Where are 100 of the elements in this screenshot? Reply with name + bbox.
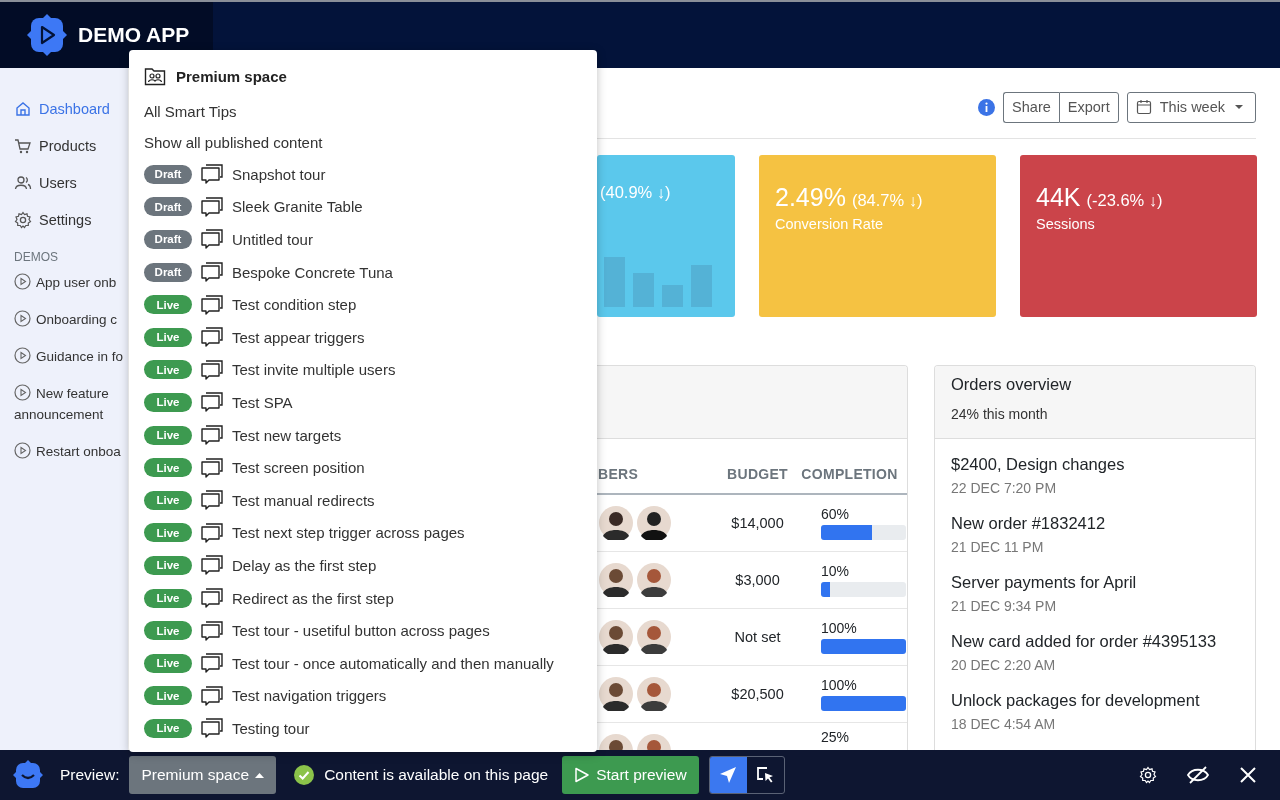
chat-bubbles-icon [200, 652, 224, 675]
chat-bubbles-icon [200, 293, 224, 316]
tour-link[interactable]: Snapshot tour [232, 165, 326, 183]
tour-link[interactable]: Test manual redirects [232, 491, 375, 509]
dropdown-option[interactable]: All Smart Tips [144, 96, 582, 127]
avatar [599, 619, 633, 654]
status-badge: Live [144, 458, 192, 478]
nav-item[interactable]: Users [14, 164, 128, 201]
order-time: 18 DEC 4:54 AM [951, 716, 1057, 732]
tour-link[interactable]: Test SPA [232, 393, 293, 411]
status-badge: Live [144, 490, 192, 510]
status-badge: Live [144, 392, 192, 412]
stat-label: Conversion Rate [775, 216, 884, 232]
calendar-icon [1135, 99, 1152, 115]
dropdown-title: Premium space [176, 67, 287, 85]
chat-bubbles-icon [200, 326, 224, 349]
users-icon [14, 173, 32, 192]
play-circle-icon [14, 384, 31, 401]
preview-label: Preview: [60, 766, 120, 784]
order-title: $2400, Design changes [951, 455, 1126, 474]
chat-bubbles-icon [200, 587, 224, 609]
folder-people-icon [144, 66, 166, 86]
stat-value: 2.49% [775, 183, 846, 212]
status-badge: Draft [144, 262, 192, 282]
tour-link[interactable]: Test screen position [232, 459, 365, 477]
demo-link[interactable]: New feature announcement [14, 383, 128, 425]
status-badge: Live [144, 653, 192, 673]
order-title: Unlock packages for development [951, 691, 1201, 710]
status-badge: Live [144, 588, 192, 608]
tour-link[interactable]: Redirect as the first step [232, 589, 394, 607]
tour-link[interactable]: Delay as the first step [232, 556, 377, 574]
completion-value: 10% [821, 562, 851, 579]
stat-change: (40.9% ↓) [600, 183, 671, 202]
tour-link[interactable]: Sleek Granite Table [232, 198, 363, 216]
chat-bubbles-icon [200, 489, 224, 512]
nav-item[interactable]: Settings [14, 201, 128, 238]
mode-toggle[interactable] [709, 757, 747, 793]
date-range-dropdown[interactable]: This week [1126, 91, 1256, 123]
status-badge: Live [144, 686, 192, 706]
stat-label: Sessions [1036, 216, 1096, 232]
avatar [599, 676, 633, 711]
demo-link[interactable]: Restart onboa [14, 441, 128, 462]
tour-link[interactable]: Testing tour [232, 719, 310, 737]
home-icon [14, 99, 32, 118]
table-cell: $20,500 [731, 685, 784, 702]
nav-item[interactable]: Dashboard [14, 90, 128, 127]
start-preview-button[interactable]: Start preview [562, 756, 699, 794]
status-badge: Live [144, 327, 192, 347]
tour-link[interactable]: Test navigation triggers [232, 687, 387, 705]
share-button[interactable]: Share [1003, 91, 1059, 123]
stat-change: (-23.6% ↓) [1086, 191, 1163, 210]
demo-link[interactable]: Onboarding c [14, 309, 128, 330]
export-button[interactable]: Export [1058, 91, 1119, 123]
close-icon [1239, 766, 1257, 784]
play-circle-icon [14, 442, 31, 459]
chat-bubbles-icon [200, 521, 224, 544]
status-badge: Draft [144, 197, 192, 217]
status-badge: Live [144, 621, 192, 641]
tour-link[interactable]: Test new targets [232, 426, 342, 444]
status-badge: Live [144, 295, 192, 315]
pointer-arrow-icon [718, 765, 739, 785]
section-heading: DEMOS [14, 250, 59, 264]
status-badge: Live [144, 425, 192, 445]
column-header: COMPLETION [792, 455, 907, 494]
completion-value: 100% [821, 619, 858, 636]
cart-icon [14, 136, 32, 155]
status-badge: Live [144, 555, 192, 575]
tour-link[interactable]: Test appear triggers [232, 328, 365, 346]
completion-value: 25% [821, 728, 851, 745]
status-badge: Live [144, 523, 192, 543]
logo-icon [26, 13, 68, 57]
caret-icon [255, 772, 265, 778]
tour-link[interactable]: Test condition step [232, 296, 357, 314]
tour-link[interactable]: Bespoke Concrete Tuna [232, 263, 393, 281]
demo-link[interactable]: App user onb [14, 272, 128, 293]
chat-bubbles-icon [200, 358, 224, 381]
tour-link[interactable]: Untitled tour [232, 231, 313, 248]
table-cell: $3,000 [735, 571, 780, 588]
chat-bubbles-icon [200, 717, 224, 740]
status-badge: Live [144, 718, 192, 738]
nav-item[interactable]: Products [14, 127, 128, 164]
order-title: Server payments for April [951, 573, 1138, 592]
settings-icon [1137, 764, 1159, 786]
space-dropdown[interactable]: Premium space [129, 756, 277, 794]
tour-link[interactable]: Test tour - once automatically and then manually [232, 654, 554, 672]
avatar [637, 619, 671, 654]
tour-link[interactable]: Test tour - usetiful button across pages [232, 622, 490, 640]
check-circle-icon [294, 765, 315, 785]
status-badge: Draft [144, 164, 192, 184]
chat-bubbles-icon [200, 228, 224, 251]
chat-bubbles-icon [200, 391, 224, 414]
demo-link[interactable]: Guidance in fo [14, 346, 128, 367]
completion-value: 60% [821, 505, 851, 522]
status-badge: Live [144, 360, 192, 380]
tour-link[interactable]: Test next step trigger across pages [232, 524, 465, 542]
tour-link[interactable]: Test invite multiple users [232, 361, 396, 379]
gear-icon [14, 210, 32, 229]
dropdown-option[interactable]: Show all published content [144, 127, 582, 158]
info-icon [978, 98, 996, 116]
avatar [599, 505, 633, 540]
